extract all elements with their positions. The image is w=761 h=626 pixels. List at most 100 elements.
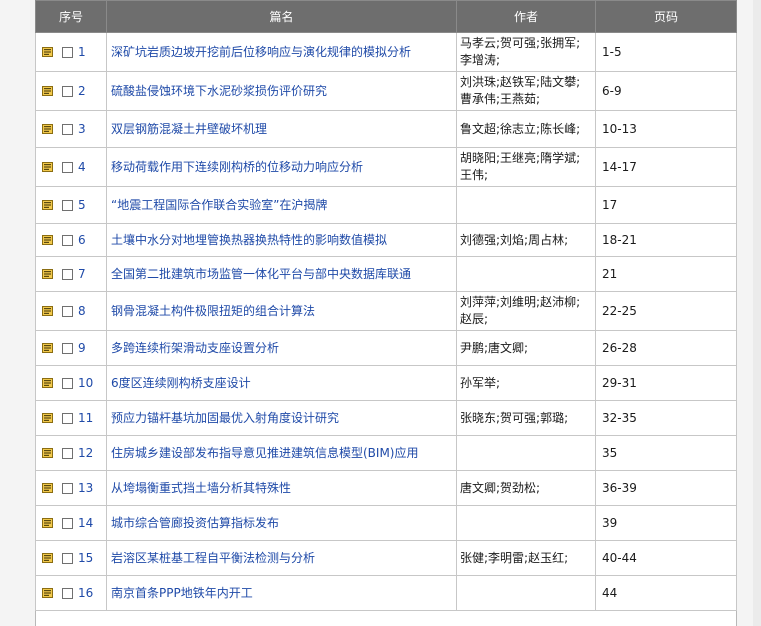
article-title-link[interactable]: 土壤中水分对地埋管换热器换热特性的影响数值模拟 — [106, 223, 457, 257]
note-icon[interactable] — [42, 481, 53, 493]
row-checkbox[interactable] — [62, 342, 73, 354]
article-pages: 40-44 — [595, 540, 737, 576]
note-icon[interactable] — [42, 304, 53, 316]
article-title-link[interactable]: 城市综合管廊投资估算指标发布 — [106, 505, 457, 541]
note-icon[interactable] — [42, 198, 53, 210]
article-pages: 44 — [595, 575, 737, 611]
article-authors: 刘萍萍;刘维明;赵沛柳;赵辰; — [456, 291, 596, 331]
note-icon[interactable] — [42, 122, 53, 134]
row-select-cell: 12 — [35, 435, 107, 471]
row-checkbox[interactable] — [62, 587, 73, 599]
article-pages: 32-35 — [595, 400, 737, 436]
row-checkbox[interactable] — [62, 46, 73, 58]
note-icon[interactable] — [42, 267, 53, 279]
note-icon[interactable] — [42, 376, 53, 388]
row-index: 10 — [78, 375, 94, 390]
article-title-link[interactable]: 全国第二批建筑市场监管一体化平台与部中央数据库联通 — [106, 256, 457, 292]
note-icon[interactable] — [42, 551, 53, 563]
row-index: 13 — [78, 480, 94, 495]
article-title-link[interactable]: 岩溶区某桩基工程自平衡法检测与分析 — [106, 540, 457, 576]
table-row: 12 住房城乡建设部发布指导意见推进建筑信息模型(BIM)应用 35 — [35, 435, 737, 471]
row-index: 12 — [78, 445, 94, 460]
table-row: 5 “地震工程国际合作联合实验室”在沪揭牌 17 — [35, 186, 737, 224]
article-authors: 孙军举; — [456, 365, 596, 401]
row-checkbox[interactable] — [62, 161, 73, 173]
table-header-row: 序号 篇名 作者 页码 — [35, 0, 737, 33]
row-checkbox[interactable] — [62, 268, 73, 280]
note-icon[interactable] — [42, 341, 53, 353]
article-pages: 14-17 — [595, 147, 737, 187]
note-icon[interactable] — [42, 45, 53, 57]
note-icon[interactable] — [42, 516, 53, 528]
row-select-cell: 5 — [35, 186, 107, 224]
article-title-link[interactable]: 双层钢筋混凝土井壁破坏机理 — [106, 110, 457, 148]
row-checkbox[interactable] — [62, 85, 73, 97]
header-title: 篇名 — [106, 0, 457, 33]
article-title-link[interactable]: 预应力锚杆基坑加固最优入射角度设计研究 — [106, 400, 457, 436]
note-icon[interactable] — [42, 586, 53, 598]
row-index: 8 — [78, 303, 86, 318]
article-title-link[interactable]: 南京首条PPP地铁年内开工 — [106, 575, 457, 611]
table-row: 15 岩溶区某桩基工程自平衡法检测与分析 张健;李明雷;赵玉红; 40-44 — [35, 540, 737, 576]
article-pages: 35 — [595, 435, 737, 471]
article-title-link[interactable]: 移动荷载作用下连续刚构桥的位移动力响应分析 — [106, 147, 457, 187]
row-checkbox[interactable] — [62, 234, 73, 246]
table-row: 7 全国第二批建筑市场监管一体化平台与部中央数据库联通 21 — [35, 256, 737, 292]
article-authors — [456, 505, 596, 541]
table-row: 11 预应力锚杆基坑加固最优入射角度设计研究 张晓东;贺可强;郭璐; 32-35 — [35, 400, 737, 436]
article-pages: 17 — [595, 186, 737, 224]
header-pages: 页码 — [595, 0, 737, 33]
row-index: 2 — [78, 83, 86, 98]
table-row: 2 硫酸盐侵蚀环境下水泥砂浆损伤评价研究 刘洪珠;赵铁军;陆文攀;曹承伟;王燕茹; 6… — [35, 71, 737, 111]
article-authors: 马孝云;贺可强;张拥军;李增涛; — [456, 32, 596, 72]
note-icon[interactable] — [42, 446, 53, 458]
article-pages: 21 — [595, 256, 737, 292]
row-checkbox[interactable] — [62, 123, 73, 135]
article-authors: 胡晓阳;王继亮;隋学斌;王伟; — [456, 147, 596, 187]
note-icon[interactable] — [42, 233, 53, 245]
row-select-cell: 8 — [35, 291, 107, 331]
row-checkbox[interactable] — [62, 377, 73, 389]
row-select-cell: 2 — [35, 71, 107, 111]
article-authors: 刘德强;刘焰;周占林; — [456, 223, 596, 257]
row-index: 11 — [78, 410, 94, 425]
row-index: 3 — [78, 121, 86, 136]
article-pages: 36-39 — [595, 470, 737, 506]
table-row: 14 城市综合管廊投资估算指标发布 39 — [35, 505, 737, 541]
row-checkbox[interactable] — [62, 412, 73, 424]
row-checkbox[interactable] — [62, 517, 73, 529]
row-checkbox[interactable] — [62, 552, 73, 564]
row-checkbox[interactable] — [62, 199, 73, 211]
table-body: 1 深矿坑岩质边坡开挖前后位移响应与演化规律的模拟分析 马孝云;贺可强;张拥军;李增… — [35, 32, 737, 611]
article-title-link[interactable]: 从垮塌衡重式挡土墙分析其特殊性 — [106, 470, 457, 506]
row-index: 7 — [78, 266, 86, 281]
article-title-link[interactable]: 多跨连续桁架滑动支座设置分析 — [106, 330, 457, 366]
article-table: 序号 篇名 作者 页码 1 深矿坑岩质边坡开挖前后位移响应与演化规律的模拟分析 马孝… — [35, 0, 737, 611]
table-row: 3 双层钢筋混凝土井壁破坏机理 鲁文超;徐志立;陈长峰; 10-13 — [35, 110, 737, 148]
article-title-link[interactable]: “地震工程国际合作联合实验室”在沪揭牌 — [106, 186, 457, 224]
row-checkbox[interactable] — [62, 447, 73, 459]
article-authors: 张健;李明雷;赵玉红; — [456, 540, 596, 576]
table-row: 4 移动荷载作用下连续刚构桥的位移动力响应分析 胡晓阳;王继亮;隋学斌;王伟; 14-… — [35, 147, 737, 187]
article-title-link[interactable]: 6度区连续刚构桥支座设计 — [106, 365, 457, 401]
article-pages: 10-13 — [595, 110, 737, 148]
row-select-cell: 3 — [35, 110, 107, 148]
article-pages: 26-28 — [595, 330, 737, 366]
article-title-link[interactable]: 硫酸盐侵蚀环境下水泥砂浆损伤评价研究 — [106, 71, 457, 111]
article-title-link[interactable]: 钢骨混凝土构件极限扭矩的组合计算法 — [106, 291, 457, 331]
article-authors — [456, 186, 596, 224]
row-select-cell: 6 — [35, 223, 107, 257]
article-authors — [456, 435, 596, 471]
table-row: 16 南京首条PPP地铁年内开工 44 — [35, 575, 737, 611]
note-icon[interactable] — [42, 411, 53, 423]
article-title-link[interactable]: 深矿坑岩质边坡开挖前后位移响应与演化规律的模拟分析 — [106, 32, 457, 72]
article-title-link[interactable]: 住房城乡建设部发布指导意见推进建筑信息模型(BIM)应用 — [106, 435, 457, 471]
table-row: 10 6度区连续刚构桥支座设计 孙军举; 29-31 — [35, 365, 737, 401]
row-checkbox[interactable] — [62, 305, 73, 317]
note-icon[interactable] — [42, 160, 53, 172]
article-authors — [456, 256, 596, 292]
note-icon[interactable] — [42, 84, 53, 96]
article-authors: 鲁文超;徐志立;陈长峰; — [456, 110, 596, 148]
row-checkbox[interactable] — [62, 482, 73, 494]
article-pages: 39 — [595, 505, 737, 541]
